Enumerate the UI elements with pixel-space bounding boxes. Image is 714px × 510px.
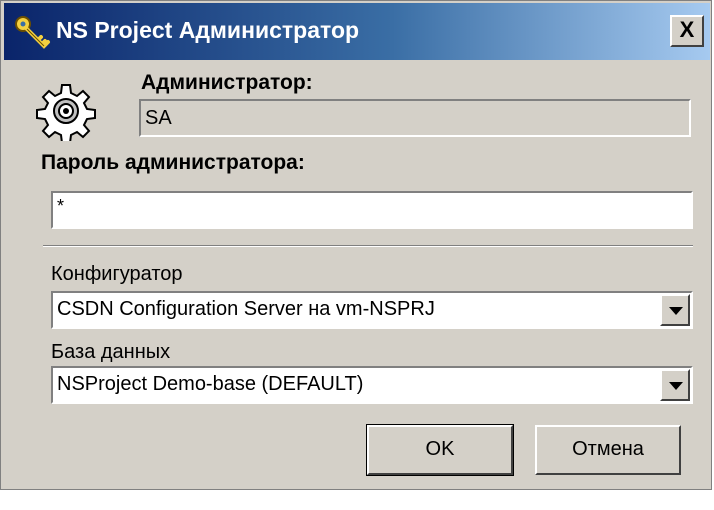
admin-field: SA [139, 99, 691, 137]
database-selected: NSProject Demo-base (DEFAULT) [57, 373, 364, 395]
close-button[interactable]: X [670, 15, 704, 47]
dropdown-arrow-icon[interactable] [660, 294, 690, 326]
cancel-label: Отмена [572, 438, 644, 460]
title-bar[interactable]: NS Project Администратор X [4, 3, 710, 60]
close-icon: X [679, 17, 695, 42]
configurator-select[interactable]: CSDN Configuration Server на vm-NSPRJ [51, 291, 693, 329]
admin-label: Администратор: [141, 71, 313, 94]
database-select[interactable]: NSProject Demo-base (DEFAULT) [51, 366, 693, 404]
separator [43, 245, 693, 247]
password-field[interactable]: * [51, 191, 693, 229]
database-label: База данных [51, 341, 171, 363]
ok-label: OK [425, 438, 455, 460]
admin-dialog: NS Project Администратор X Администратор… [0, 0, 712, 490]
admin-value: SA [145, 107, 172, 129]
window-title: NS Project Администратор [56, 17, 360, 43]
ok-button[interactable]: OK [366, 424, 514, 476]
configurator-selected: CSDN Configuration Server на vm-NSPRJ [57, 298, 435, 320]
cancel-button[interactable]: Отмена [535, 425, 681, 475]
gear-icon [36, 84, 96, 141]
dropdown-arrow-icon[interactable] [660, 369, 690, 401]
keys-icon [15, 16, 50, 49]
configurator-label: Конфигуратор [51, 263, 183, 285]
password-value: * [57, 196, 65, 216]
password-label: Пароль администратора: [41, 151, 305, 174]
